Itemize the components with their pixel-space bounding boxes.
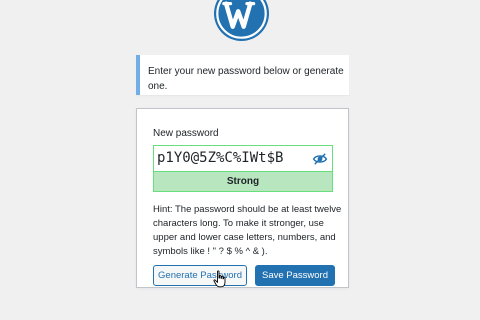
- reset-password-notice: Enter your new password below or generat…: [136, 55, 349, 95]
- wordpress-logo-icon: [214, 0, 269, 41]
- reset-password-form: New password p1Y0@5Z%C%IWt$B Strong Hint…: [136, 108, 349, 288]
- eye-slash-icon[interactable]: [312, 151, 328, 167]
- new-password-label: New password: [153, 128, 219, 139]
- strength-label: Strong: [226, 176, 260, 187]
- generate-password-button[interactable]: Generate Password: [153, 265, 247, 286]
- new-password-field[interactable]: p1Y0@5Z%C%IWt$B: [153, 145, 333, 171]
- password-value[interactable]: p1Y0@5Z%C%IWt$B: [157, 149, 283, 167]
- password-strength-meter: Strong: [153, 171, 333, 192]
- notice-text: Enter your new password below or generat…: [148, 66, 344, 92]
- password-hint: Hint: The password should be at least tw…: [153, 204, 342, 257]
- save-password-button[interactable]: Save Password: [255, 265, 335, 286]
